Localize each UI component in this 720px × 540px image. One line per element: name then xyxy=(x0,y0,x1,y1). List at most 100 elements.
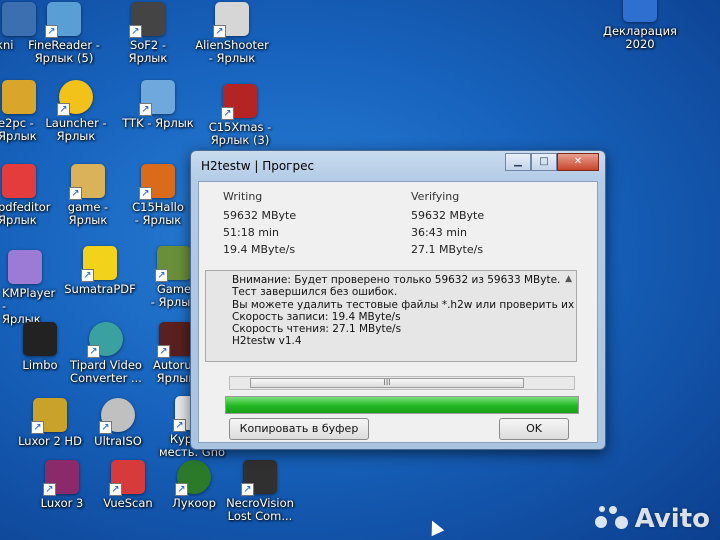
writing-speed: 19.4 MByte/s xyxy=(223,243,296,256)
luxor3-icon: ↗ xyxy=(43,460,79,496)
c15hallo-icon: ↗ xyxy=(139,164,175,200)
shortcut-arrow-icon: ↗ xyxy=(173,419,186,432)
sumatrapdf-icon: ↗ xyxy=(81,246,117,282)
window-controls: ▁ □ ✕ xyxy=(505,153,599,171)
verifying-size: 59632 MByte xyxy=(411,209,485,222)
desktop-icon-sumatrapdf[interactable]: ↗ SumatraPDF xyxy=(58,246,142,296)
desktop-icon-label: C15Hallo - Ярлык xyxy=(132,200,184,227)
shortcut-arrow-icon: ↗ xyxy=(129,25,142,38)
log-line: H2testw v1.4 xyxy=(232,335,302,348)
ok-button[interactable]: OK xyxy=(499,418,569,440)
pdfeditor-icon xyxy=(2,164,36,198)
scroll-up-icon[interactable]: ▲ xyxy=(565,273,572,285)
necrovision-icon: ↗ xyxy=(241,460,277,496)
desktop-icon-c15hallo[interactable]: ↗ C15Hallo - Ярлык xyxy=(116,164,200,227)
shortcut-arrow-icon: ↗ xyxy=(57,103,70,116)
verifying-heading: Verifying xyxy=(411,190,460,203)
desktop-icon-label: SumatraPDF xyxy=(64,282,136,296)
luxor2hd-icon: ↗ xyxy=(31,398,67,434)
writing-column: Writing 59632 MByte 51:18 min 19.4 MByte… xyxy=(223,188,296,258)
launcher-icon: ↗ xyxy=(57,80,93,116)
tipard-icon: ↗ xyxy=(87,322,123,358)
lukoor-icon: ↗ xyxy=(175,460,211,496)
stats-panel: Writing 59632 MByte 51:18 min 19.4 MByte… xyxy=(199,188,597,268)
progress-bar xyxy=(225,396,579,414)
shortcut-arrow-icon: ↗ xyxy=(45,25,58,38)
desktop-icon-label: pdfeditor Ярлык xyxy=(0,200,51,227)
desktop-icon-alienshooter[interactable]: ↗ AlienShooter - Ярлык xyxy=(190,2,274,65)
limbo-icon xyxy=(23,322,57,356)
progress-bar-fill xyxy=(226,397,578,413)
window-client-area: Writing 59632 MByte 51:18 min 19.4 MByte… xyxy=(198,181,598,443)
horizontal-scrollbar[interactable]: III xyxy=(229,376,575,390)
shortcut-arrow-icon: ↗ xyxy=(139,103,152,116)
log-line: Скорость записи: 19.4 MByte/s xyxy=(232,310,401,323)
game-icon: ↗ xyxy=(155,246,191,282)
ttk-icon: ↗ xyxy=(139,80,175,116)
desktop-icon-c15xmas[interactable]: ↗ C15Xmas - Ярлык (3) xyxy=(198,84,282,147)
shortcut-arrow-icon: ↗ xyxy=(155,269,168,282)
sof2-icon: ↗ xyxy=(129,2,165,38)
shortcut-arrow-icon: ↗ xyxy=(69,187,82,200)
log-line: Тест завершился без ошибок. xyxy=(232,286,398,299)
shortcut-arrow-icon: ↗ xyxy=(221,107,234,120)
e2pc-icon xyxy=(2,80,36,114)
alienshooter-icon: ↗ xyxy=(213,2,249,38)
minimize-button[interactable]: ▁ xyxy=(505,153,531,171)
verifying-speed: 27.1 MByte/s xyxy=(411,243,484,256)
desktop-icon-launcher[interactable]: ↗ Launcher - Ярлык xyxy=(34,80,118,143)
desktop-icon-ttk[interactable]: ↗ TTK - Ярлык xyxy=(116,80,200,130)
verifying-time: 36:43 min xyxy=(411,226,467,239)
desktop-icon-necrovision[interactable]: ↗ NecroVision Lost Com... xyxy=(218,460,302,523)
desktop-icon-ultraiso[interactable]: ↗ UltraISO xyxy=(76,398,160,448)
desktop-icon-finereader[interactable]: ↗ FineReader - Ярлык (5) xyxy=(22,2,106,65)
maximize-button[interactable]: □ xyxy=(531,153,557,171)
result-log[interactable]: ▲ Внимание: Будет проверено только 59632… xyxy=(205,270,577,362)
desktop-icon-declaration[interactable]: Декларация 2020 xyxy=(598,0,682,51)
c15xmas-icon: ↗ xyxy=(221,84,257,120)
shortcut-arrow-icon: ↗ xyxy=(31,421,44,434)
shortcut-arrow-icon: ↗ xyxy=(81,269,94,282)
log-line: Внимание: Будет проверено только 59632 и… xyxy=(232,274,561,286)
kmplayer-icon xyxy=(8,250,42,284)
desktop-icon-sof2[interactable]: ↗ SoF2 - Ярлык xyxy=(106,2,190,65)
log-line: Скорость чтения: 27.1 MByte/s xyxy=(232,323,402,336)
declaration-icon xyxy=(623,0,657,22)
mouse-cursor-icon xyxy=(425,517,445,537)
close-button[interactable]: ✕ xyxy=(557,153,599,171)
ultraiso-icon: ↗ xyxy=(99,398,135,434)
shortcut-arrow-icon: ↗ xyxy=(241,483,254,496)
desktop-icon-label: KMPlayer - Ярлык xyxy=(2,286,56,326)
scrollbar-thumb[interactable]: III xyxy=(250,378,524,388)
desktop-icon-pdfeditor[interactable]: pdfeditor Ярлык xyxy=(0,164,51,227)
desktop-icon-label: UltraISO xyxy=(94,434,142,448)
writing-size: 59632 MByte xyxy=(223,209,297,222)
shortcut-arrow-icon: ↗ xyxy=(139,187,152,200)
desktop-icon-label: e2pc - Ярлык xyxy=(0,116,37,143)
avito-watermark-text: Avito xyxy=(634,504,710,534)
shortcut-arrow-icon: ↗ xyxy=(213,25,226,38)
shortcut-arrow-icon: ↗ xyxy=(87,345,100,358)
desktop-icon-label: Launcher - Ярлык xyxy=(45,116,107,143)
shortcut-arrow-icon: ↗ xyxy=(99,421,112,434)
desktop-icon-label: SoF2 - Ярлык xyxy=(128,38,168,65)
autorun-icon: ↗ xyxy=(157,322,193,358)
copy-to-clipboard-button[interactable]: Копировать в буфер xyxy=(229,418,369,440)
desktop-icon-kmplayer[interactable]: KMPlayer - Ярлык xyxy=(0,250,56,326)
finereader-icon: ↗ xyxy=(45,2,81,38)
desktop-icon-e2pc[interactable]: e2pc - Ярлык xyxy=(0,80,38,143)
title-bar[interactable]: H2testw | Прогрес ▁ □ ✕ xyxy=(191,151,605,179)
game-icon: ↗ xyxy=(69,164,105,200)
desktop-icon-label: C15Xmas - Ярлык (3) xyxy=(208,120,272,147)
avito-logo-icon xyxy=(594,504,629,530)
desktop-icon-label: Декларация 2020 xyxy=(603,24,677,51)
window-title: H2testw | Прогрес xyxy=(201,159,315,173)
h2testw-window: H2testw | Прогрес ▁ □ ✕ Writing 59632 MB… xyxy=(190,150,606,450)
avito-watermark: Avito xyxy=(594,504,710,534)
desktop-icon-label: AlienShooter - Ярлык xyxy=(195,38,269,65)
log-line: Вы можете удалить тестовые файлы *.h2w и… xyxy=(232,298,577,311)
writing-time: 51:18 min xyxy=(223,226,279,239)
shortcut-arrow-icon: ↗ xyxy=(43,483,56,496)
writing-heading: Writing xyxy=(223,190,263,203)
desktop-icon-label: TTK - Ярлык xyxy=(122,116,194,130)
